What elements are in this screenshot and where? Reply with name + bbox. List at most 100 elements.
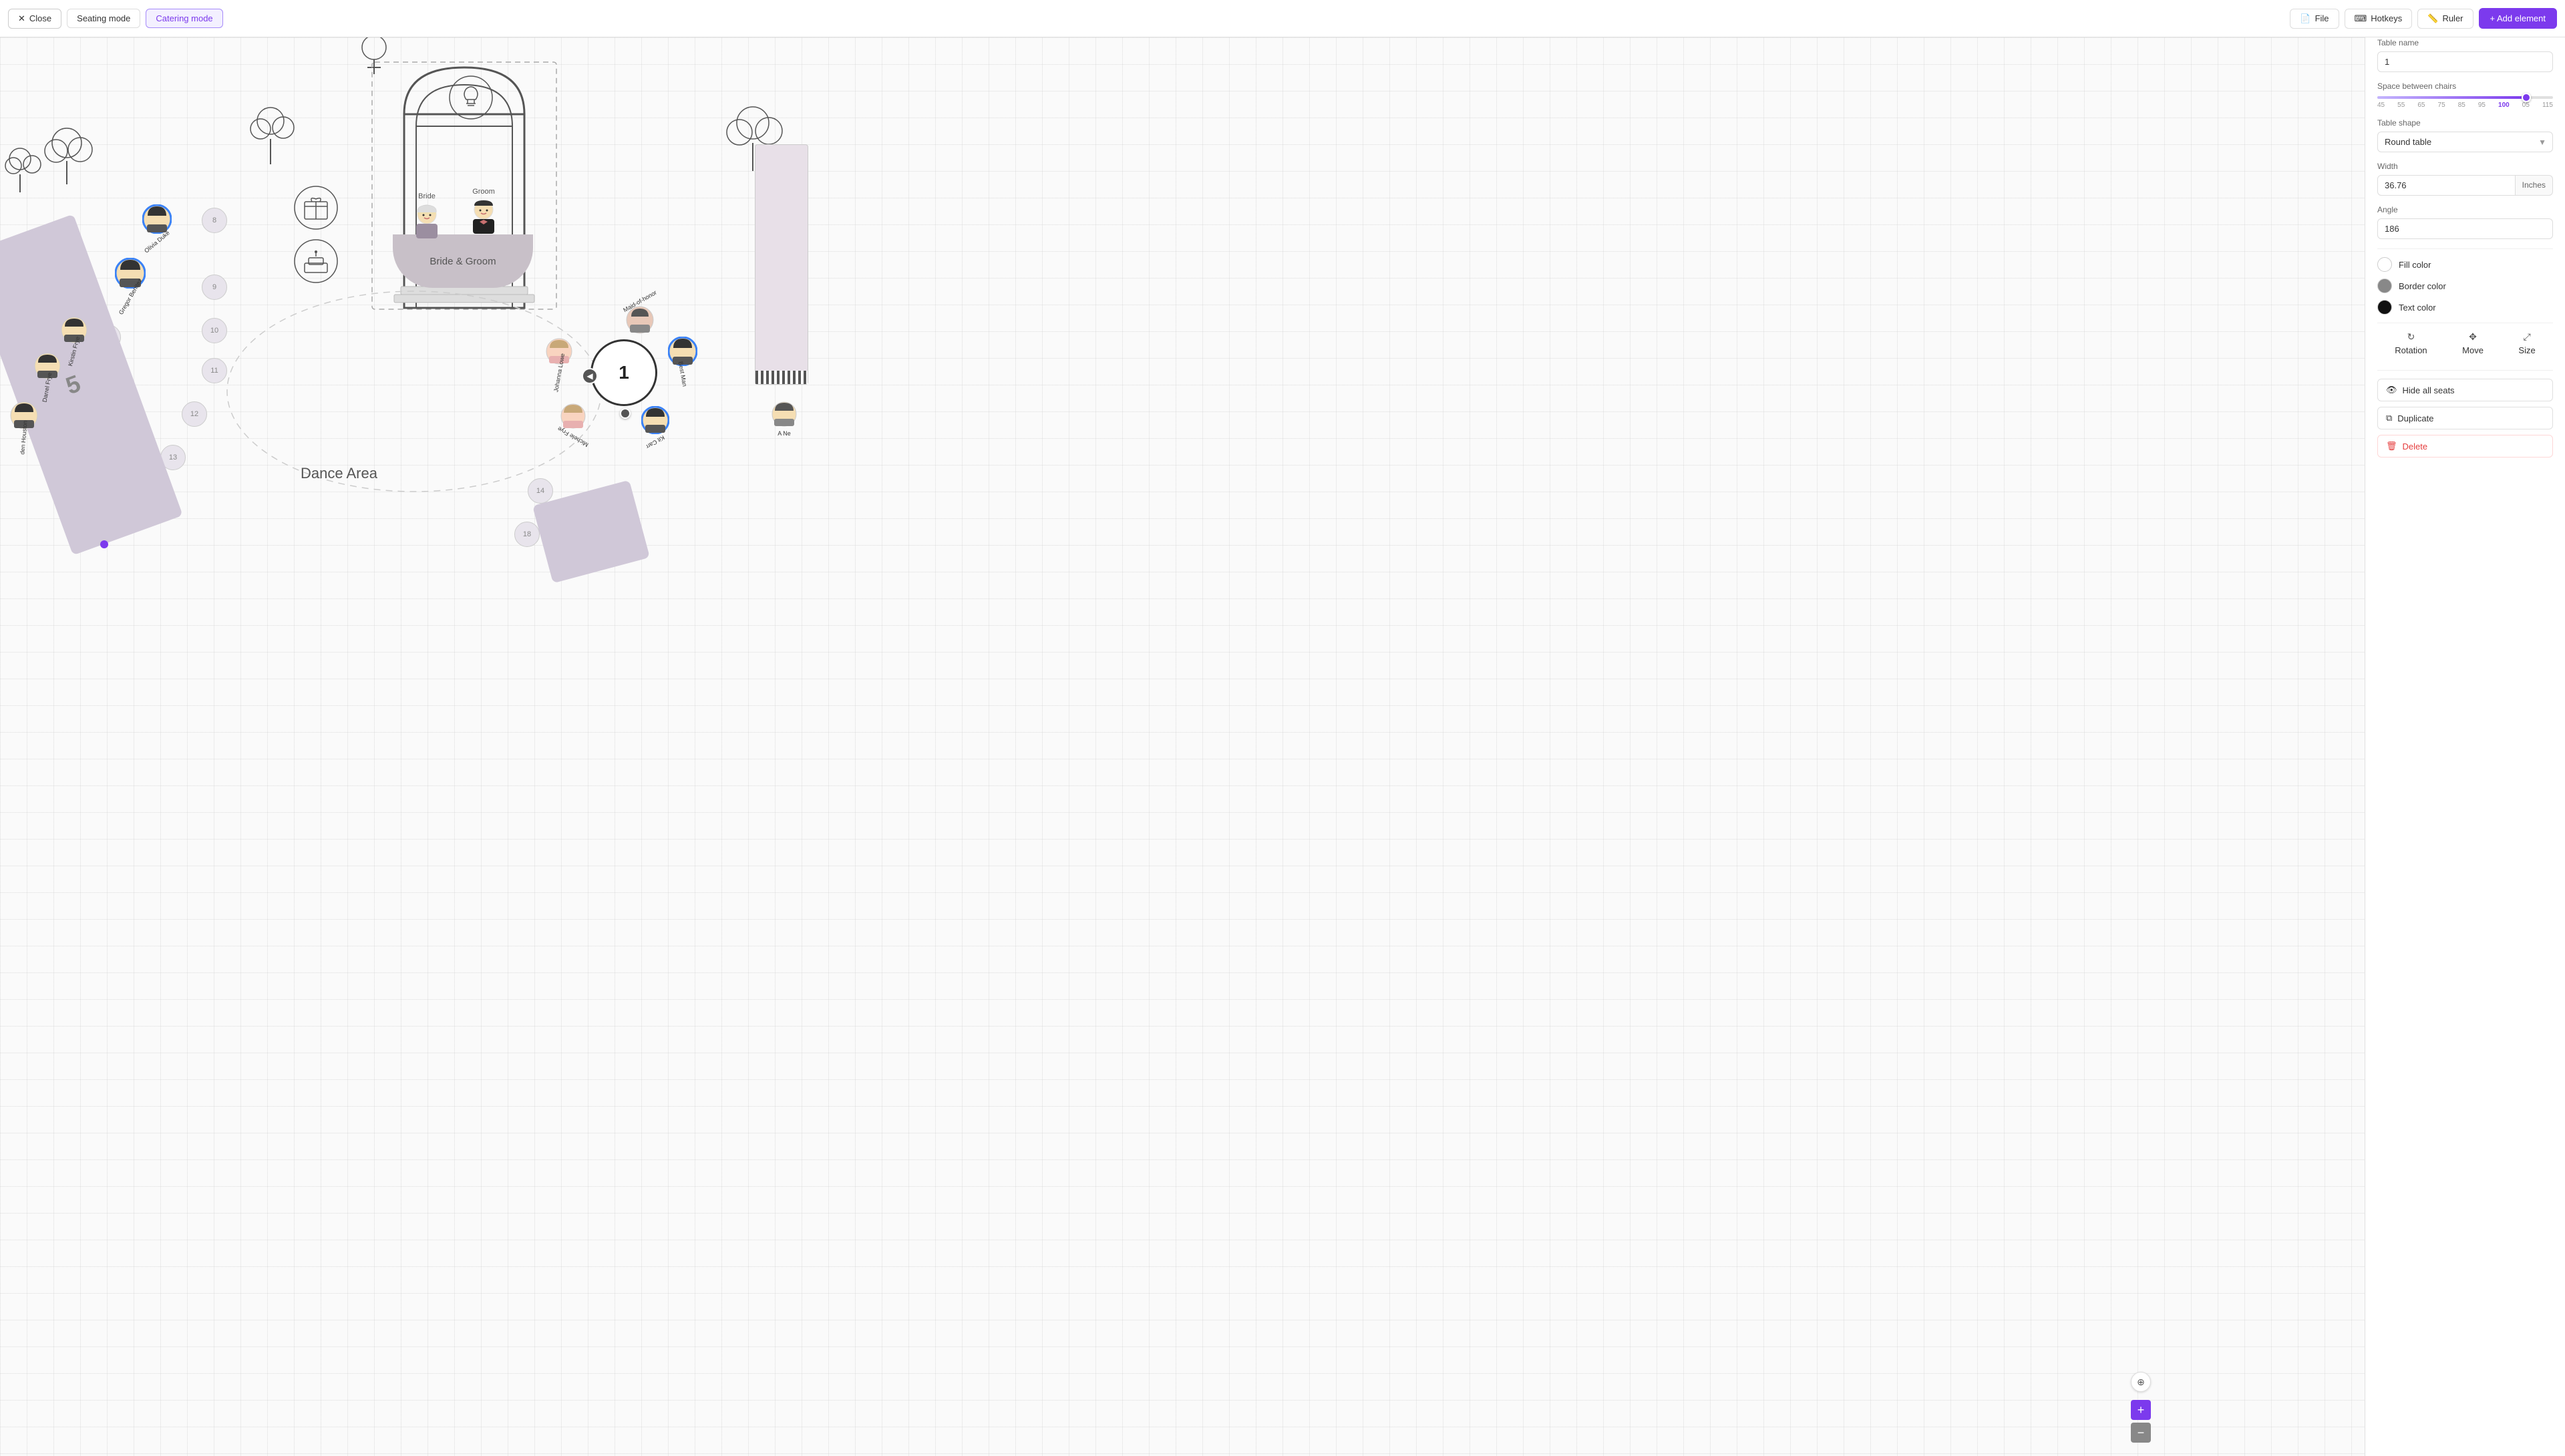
person-gregor-benitez: Gregor Benitez — [110, 258, 151, 300]
catering-mode-label: Catering mode — [156, 13, 212, 23]
compass-button[interactable]: ⊕ — [2131, 1372, 2151, 1392]
width-input-wrapper: Inches — [2377, 175, 2553, 196]
panel-actions: 👁 Hide all seats ⧉ Duplicate 🗑 Delete — [2377, 379, 2553, 458]
divider-3 — [2377, 370, 2553, 371]
close-button[interactable]: ✕ Close — [8, 9, 61, 29]
person-michele-frye: Michele Frye — [556, 403, 590, 440]
add-element-button[interactable]: + Add element — [2479, 8, 2557, 29]
ruler-button[interactable]: 📏 Ruler — [2417, 9, 2473, 29]
person-kit-carr: Kit Carr — [641, 406, 669, 445]
table-name-input[interactable] — [2377, 51, 2553, 72]
right-panel: Table Table name Space between chairs 45… — [2365, 0, 2565, 1456]
person-olivia-duke: Olivia Duke — [142, 204, 172, 245]
table-shape-select-wrapper: Round table Rectangle table Square table… — [2377, 132, 2553, 152]
border-color-swatch[interactable] — [2377, 279, 2392, 293]
table-1-arrow[interactable]: ◀ — [582, 368, 598, 384]
space-slider-track — [2377, 96, 2553, 99]
rotation-handle[interactable] — [620, 408, 631, 419]
hotkeys-label: Hotkeys — [2371, 13, 2402, 23]
table-name-label: Table name — [2377, 38, 2553, 47]
space-chairs-label: Space between chairs — [2377, 81, 2553, 91]
small-table-10[interactable]: 10 — [202, 318, 227, 343]
tree-left-2 — [40, 124, 100, 191]
bride-avatar: Bride — [411, 192, 443, 243]
duplicate-icon: ⧉ — [2386, 413, 2392, 423]
size-action[interactable]: ⤢ Size — [2518, 331, 2535, 355]
size-icon: ⤢ — [2523, 331, 2530, 343]
person-best-man: Best Man — [668, 337, 697, 377]
width-unit: Inches — [2516, 175, 2553, 196]
divider-1 — [2377, 248, 2553, 249]
table-shape-select[interactable]: Round table Rectangle table Square table — [2377, 132, 2553, 152]
ruler-label: Ruler — [2442, 13, 2463, 23]
fill-color-swatch[interactable] — [2377, 257, 2392, 272]
delete-icon: 🗑 — [2386, 441, 2397, 451]
person-darrel-frye: Darrel Frye — [32, 353, 62, 391]
hide-seats-label: Hide all seats — [2403, 385, 2455, 395]
purple-marker — [100, 540, 108, 548]
space-slider-thumb[interactable] — [2522, 93, 2531, 102]
small-table-8[interactable]: 8 — [202, 208, 227, 233]
table-shape-section: Table shape Round table Rectangle table … — [2377, 118, 2553, 152]
gift-icon — [293, 184, 339, 231]
text-color-label: Text color — [2399, 303, 2436, 313]
dance-area-boundary — [220, 285, 608, 498]
canvas: Bride & Groom Bride Groom — [0, 37, 2365, 1456]
table-shape-label: Table shape — [2377, 118, 2553, 128]
dance-area-label: Dance Area — [301, 465, 377, 482]
toolbar-right: 📄 File ⌨ Hotkeys 📏 Ruler + Add element — [2290, 8, 2557, 29]
border-color-row[interactable]: Border color — [2377, 279, 2553, 293]
width-section: Width Inches — [2377, 162, 2553, 196]
angle-input[interactable] — [2377, 218, 2553, 239]
space-slider-fill — [2377, 96, 2527, 99]
file-button[interactable]: 📄 File — [2290, 9, 2339, 29]
close-icon: ✕ — [18, 13, 25, 24]
bride-figure — [411, 202, 443, 240]
groom-figure — [468, 198, 500, 235]
small-table-14-right[interactable]: 14 — [528, 478, 553, 504]
seating-mode-button[interactable]: Seating mode — [67, 9, 140, 28]
small-table-12[interactable]: 12 — [182, 401, 207, 427]
text-color-row[interactable]: Text color — [2377, 300, 2553, 315]
rotation-icon: ↻ — [2407, 331, 2415, 343]
text-color-swatch[interactable] — [2377, 300, 2392, 315]
table-1[interactable]: 1 — [590, 339, 657, 406]
catering-mode-button[interactable]: Catering mode — [146, 9, 222, 28]
cake-icon — [293, 238, 339, 285]
hotkeys-icon: ⌨ — [2355, 13, 2367, 24]
space-chairs-section: Space between chairs 45 55 65 75 85 95 1… — [2377, 81, 2553, 109]
table-5-rect[interactable]: 5 — [0, 214, 183, 556]
file-label: File — [2315, 13, 2329, 23]
small-table-11[interactable]: 11 — [202, 358, 227, 383]
delete-label: Delete — [2403, 441, 2428, 451]
angle-section: Angle — [2377, 205, 2553, 239]
small-table-18[interactable]: 18 — [514, 522, 540, 547]
close-label: Close — [29, 13, 51, 23]
hotkeys-button[interactable]: ⌨ Hotkeys — [2345, 9, 2413, 29]
duplicate-button[interactable]: ⧉ Duplicate — [2377, 407, 2553, 429]
small-table-9[interactable]: 9 — [202, 275, 227, 300]
width-input[interactable] — [2377, 175, 2516, 196]
zoom-in-button[interactable]: + — [2131, 1400, 2151, 1420]
fill-color-label: Fill color — [2399, 260, 2431, 270]
zoom-out-button[interactable]: − — [2131, 1423, 2151, 1443]
table-1-label: 1 — [619, 362, 629, 383]
toolbar: ✕ Close Seating mode Catering mode 📄 Fil… — [0, 0, 2565, 37]
angle-label: Angle — [2377, 205, 2553, 214]
delete-button[interactable]: 🗑 Delete — [2377, 435, 2553, 458]
rotation-label: Rotation — [2395, 345, 2427, 355]
person-maid-of-honor: Maid-of-honor — [621, 298, 659, 337]
seating-mode-label: Seating mode — [77, 13, 130, 23]
duplicate-label: Duplicate — [2397, 413, 2433, 423]
fill-color-row[interactable]: Fill color — [2377, 257, 2553, 272]
person-johanna-lowe: Johanna Lowe — [540, 338, 579, 376]
ruler-icon: 📏 — [2427, 13, 2438, 24]
rotation-action[interactable]: ↻ Rotation — [2395, 331, 2427, 355]
hide-seats-icon: 👁 — [2386, 385, 2397, 395]
hide-seats-button[interactable]: 👁 Hide all seats — [2377, 379, 2553, 401]
transform-actions: ↻ Rotation ✥ Move ⤢ Size — [2377, 331, 2553, 362]
tree-center-left — [247, 104, 301, 171]
move-action[interactable]: ✥ Move — [2462, 331, 2484, 355]
space-slider-labels: 45 55 65 75 85 95 100 05 115 — [2377, 102, 2553, 109]
groom-label: Groom — [468, 188, 500, 196]
